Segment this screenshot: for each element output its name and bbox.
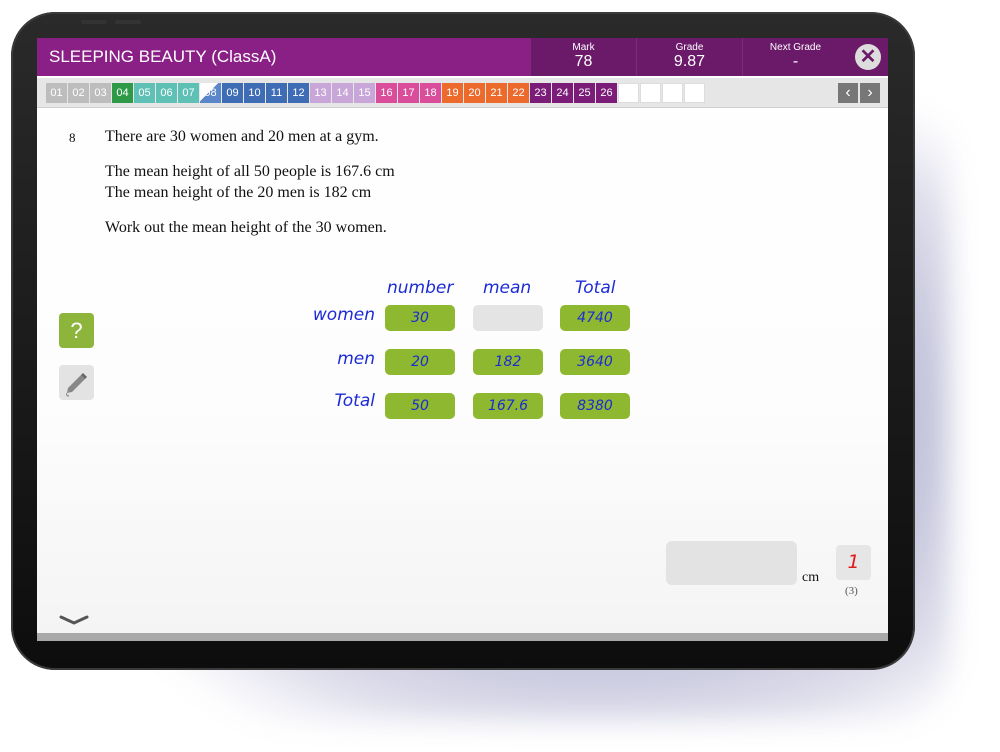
row-header-total: Total [334,391,376,411]
next-grade-stat: Next Grade - [742,38,848,76]
question-tab[interactable]: 25 [574,83,595,103]
cell-men-number[interactable]: 20 [385,349,455,375]
cell-total-mean[interactable]: 167.6 [473,393,543,419]
cell-women-mean[interactable] [473,305,543,331]
cell-women-number[interactable]: 30 [385,305,455,331]
next-grade-label: Next Grade [769,42,822,53]
question-line: Work out the mean height of the 30 women… [105,219,387,236]
mark-value: 78 [574,53,593,70]
question-tab[interactable]: 02 [68,83,89,103]
question-tab[interactable]: 01 [46,83,67,103]
row-header-women: women [312,305,375,325]
row-header-men: men [337,349,375,369]
mark-stat: Mark 78 [530,38,636,76]
bottom-bar [37,633,888,641]
question-nav: 01 02 03 04 05 06 07 08 09 10 11 12 13 1… [37,78,888,108]
prev-question-button[interactable]: ‹ [838,83,858,103]
question-tabs: 01 02 03 04 05 06 07 08 09 10 11 12 13 1… [46,83,706,103]
grade-stat: Grade 9.87 [636,38,742,76]
close-button[interactable]: ✕ [848,38,888,76]
question-tab[interactable]: 18 [420,83,441,103]
question-tab[interactable]: 09 [222,83,243,103]
nav-arrows: ‹ › [836,83,880,103]
question-tab[interactable]: 24 [552,83,573,103]
question-tab[interactable]: 05 [134,83,155,103]
col-header-total: Total [575,278,616,298]
mark-badge: 1 [836,545,871,580]
grade-label: Grade [675,42,704,53]
question-tab[interactable]: 15 [354,83,375,103]
question-tab-empty [662,83,683,103]
answer-unit: cm [802,570,820,585]
col-header-mean: mean [483,278,532,298]
header-bar: SLEEPING BEAUTY (ClassA) Mark 78 Grade 9… [37,38,888,76]
tablet-button [81,20,107,24]
question-tab-empty [618,83,639,103]
answer-input[interactable] [666,541,797,585]
question-tab[interactable]: 17 [398,83,419,103]
cell-total-number[interactable]: 50 [385,393,455,419]
close-icon: ✕ [855,44,881,70]
cell-men-total[interactable]: 3640 [560,349,630,375]
pen-icon [66,373,87,397]
page-title: SLEEPING BEAUTY (ClassA) [49,47,277,66]
question-number: 8 [69,130,76,145]
question-tab[interactable]: 13 [310,83,331,103]
grade-value: 9.87 [673,53,706,70]
next-grade-value: - [792,53,799,70]
cell-women-total[interactable]: 4740 [560,305,630,331]
question-tab[interactable]: 21 [486,83,507,103]
help-button[interactable]: ? [59,313,94,348]
cell-total-total[interactable]: 8380 [560,393,630,419]
cell-men-mean[interactable]: 182 [473,349,543,375]
question-tab[interactable]: 10 [244,83,265,103]
question-tab[interactable]: 06 [156,83,177,103]
question-tab[interactable]: 20 [464,83,485,103]
chevron-down-icon[interactable] [59,614,89,626]
marks-available: (3) [845,585,858,597]
question-tab-empty [640,83,661,103]
question-tab-current[interactable]: 08 [200,83,221,103]
question-tab[interactable]: 19 [442,83,463,103]
question-tab[interactable]: 22 [508,83,529,103]
question-line: The mean height of the 20 men is 182 cm [105,184,372,201]
question-tab[interactable]: 07 [178,83,199,103]
question-line: There are 30 women and 20 men at a gym. [105,128,379,145]
question-tab[interactable]: 04 [112,83,133,103]
tablet-button [115,20,141,24]
app-screen: SLEEPING BEAUTY (ClassA) Mark 78 Grade 9… [37,38,888,641]
question-tab[interactable]: 11 [266,83,287,103]
working-pen-button[interactable] [59,365,94,400]
question-tab[interactable]: 16 [376,83,397,103]
question-tab[interactable]: 14 [332,83,353,103]
question-tab-empty [684,83,705,103]
question-tab[interactable]: 23 [530,83,551,103]
next-question-button[interactable]: › [860,83,880,103]
question-mark-icon: ? [70,318,83,343]
col-header-number: number [387,278,454,298]
question-tab[interactable]: 03 [90,83,111,103]
mark-label: Mark [572,42,595,53]
question-tab[interactable]: 26 [596,83,617,103]
question-line: The mean height of all 50 people is 167.… [105,163,395,180]
question-tab[interactable]: 12 [288,83,309,103]
